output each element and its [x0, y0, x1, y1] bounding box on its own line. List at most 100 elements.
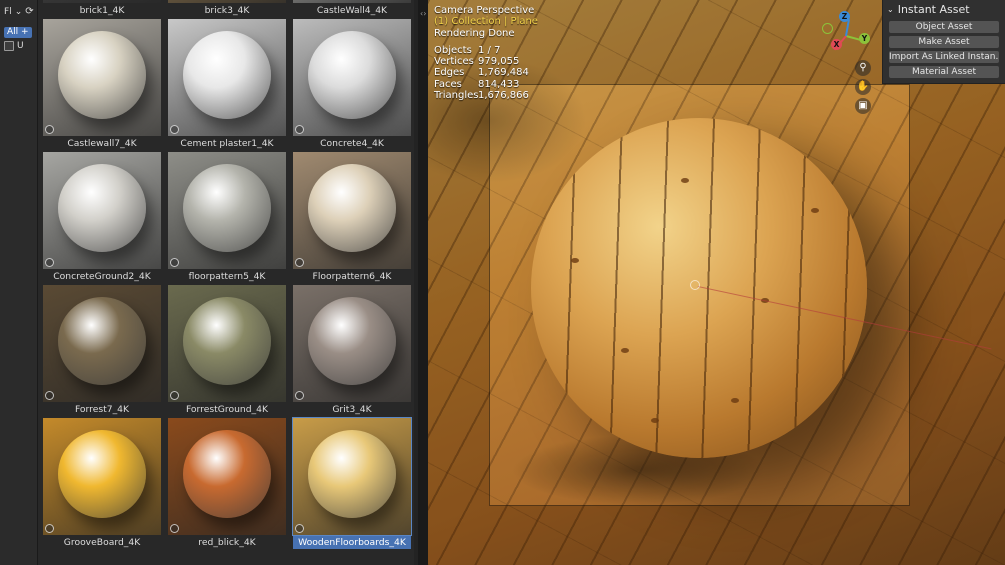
camera-view-icon[interactable]: ▣: [855, 98, 871, 114]
asset-name: red_blick_4K: [198, 537, 256, 548]
object-origin: [690, 280, 700, 290]
asset-thumbnail[interactable]: [43, 152, 161, 269]
asset-name: CastleWall4_4K: [316, 5, 388, 16]
scene-statistics: Objects 1 / 7 Vertices 979,055 Edges 1,769,48…: [434, 45, 529, 101]
asset-thumbnail[interactable]: [293, 285, 411, 402]
asset-tile[interactable]: brick1_4K: [43, 0, 161, 17]
gizmo-x-axis[interactable]: X: [831, 39, 842, 50]
instant-asset-panel: ⌄ Instant Asset Object Asset Make Asset …: [882, 0, 1005, 84]
asset-thumbnail[interactable]: [292, 417, 412, 536]
asset-tile[interactable]: floorpattern5_4K: [168, 152, 286, 283]
stat-label: Faces: [434, 78, 462, 90]
thumbnail-floor: [293, 0, 411, 3]
thumbnail-sphere: [183, 297, 271, 385]
area-divider[interactable]: [418, 0, 428, 565]
thumbnail-sphere: [58, 297, 146, 385]
asset-name: Concrete4_4K: [320, 138, 384, 149]
asset-thumbnail[interactable]: [293, 0, 411, 3]
asset-thumbnail[interactable]: [43, 19, 161, 136]
material-type-icon: [45, 125, 54, 134]
asset-grid: brick1_4K brick3_4K CastleWall4_4K Castlewa…: [43, 0, 412, 549]
asset-name: Forrest7_4K: [74, 404, 130, 415]
asset-name: brick3_4K: [204, 5, 250, 16]
asset-tile[interactable]: Castlewall7_4K: [43, 19, 161, 150]
asset-tile[interactable]: Concrete4_4K: [293, 19, 411, 150]
add-icon: +: [21, 27, 29, 37]
asset-thumbnail[interactable]: [43, 285, 161, 402]
asset-tile[interactable]: ConcreteGround2_4K: [43, 152, 161, 283]
asset-tile[interactable]: brick3_4K: [168, 0, 286, 17]
view-name: Camera Perspective: [434, 5, 535, 16]
zoom-icon[interactable]: ⚲: [855, 60, 871, 76]
material-type-icon: [170, 258, 179, 267]
3d-viewport[interactable]: Camera Perspective (1) Collection | Plan…: [428, 0, 1005, 565]
chevron-down-icon: ⌄: [14, 6, 23, 17]
asset-thumbnail[interactable]: [293, 152, 411, 269]
chevron-down-icon[interactable]: ⌄: [887, 5, 894, 14]
asset-tile[interactable]: WoodenFloorboards_4K: [292, 417, 412, 549]
stat-label: Triangles: [434, 89, 479, 101]
navigation-gizmo[interactable]: Z Y X: [821, 10, 871, 60]
stat-label: Objects: [434, 45, 472, 56]
material-type-icon: [45, 524, 54, 533]
asset-tile[interactable]: Floorpattern6_4K: [293, 152, 411, 283]
collection-line: (1) Collection | Plane: [434, 16, 538, 28]
gizmo-z-axis[interactable]: Z: [839, 11, 850, 22]
import-linked-instance-button[interactable]: Import As Linked Instan...: [889, 51, 999, 63]
make-asset-button[interactable]: Make Asset: [889, 36, 999, 48]
asset-thumbnail[interactable]: [168, 0, 286, 3]
stat-value: 1,676,866: [478, 89, 529, 101]
stat-label: Vertices: [434, 56, 474, 68]
asset-tile[interactable]: CastleWall4_4K: [293, 0, 411, 17]
material-type-icon: [45, 258, 54, 267]
asset-name: Grit3_4K: [332, 404, 372, 415]
asset-tile[interactable]: red_blick_4K: [168, 418, 286, 549]
thumbnail-sphere: [58, 430, 146, 518]
panel-header[interactable]: ⌄ Instant Asset: [883, 0, 1005, 18]
thumbnail-sphere: [183, 31, 271, 119]
asset-thumbnail[interactable]: [168, 418, 286, 535]
asset-tile[interactable]: ForrestGround_4K: [168, 285, 286, 416]
asset-name: Floorpattern6_4K: [312, 271, 392, 282]
thumbnail-sphere: [183, 164, 271, 252]
asset-name: Cement plaster1_4K: [180, 138, 274, 149]
thumbnail-sphere: [58, 164, 146, 252]
material-type-icon: [170, 524, 179, 533]
editor-type-selector[interactable]: Fl ⌄ ⟳: [4, 6, 34, 17]
asset-tile[interactable]: Cement plaster1_4K: [168, 19, 286, 150]
asset-thumbnail[interactable]: [43, 418, 161, 535]
asset-thumbnail[interactable]: [293, 19, 411, 136]
asset-tile[interactable]: Forrest7_4K: [43, 285, 161, 416]
material-type-icon: [170, 391, 179, 400]
filter-all-button[interactable]: All +: [4, 27, 32, 38]
hand-pan-icon[interactable]: ✋: [855, 79, 871, 95]
asset-name: ForrestGround_4K: [185, 404, 269, 415]
asset-tile[interactable]: GrooveBoard_4K: [43, 418, 161, 549]
asset-thumbnail[interactable]: [168, 285, 286, 402]
viewport-nav-buttons: ⚲ ✋ ▣: [855, 60, 871, 114]
stat-value: 814,433: [478, 78, 520, 90]
object-asset-button[interactable]: Object Asset: [889, 21, 999, 33]
asset-tile[interactable]: Grit3_4K: [293, 285, 411, 416]
expand-arrows-icon[interactable]: ‹›: [420, 9, 426, 18]
thumbnail-sphere: [58, 31, 146, 119]
import-checkbox[interactable]: [4, 41, 14, 51]
file-browser-toolstrip: Fl ⌄ ⟳ All + U: [0, 0, 38, 565]
filter-all-label: All: [7, 27, 19, 37]
thumbnail-sphere: [308, 164, 396, 252]
asset-thumbnail[interactable]: [168, 19, 286, 136]
asset-thumbnail[interactable]: [168, 152, 286, 269]
gizmo-y-axis[interactable]: Y: [859, 33, 870, 44]
asset-name: Castlewall7_4K: [67, 138, 137, 149]
viewport-info: Camera Perspective (1) Collection | Plan…: [434, 5, 538, 39]
material-asset-button[interactable]: Material Asset: [889, 66, 999, 78]
material-type-icon: [295, 125, 304, 134]
thumbnail-sphere: [308, 297, 396, 385]
asset-name: brick1_4K: [79, 5, 125, 16]
thumbnail-sphere: [308, 31, 396, 119]
asset-name: ConcreteGround2_4K: [53, 271, 151, 282]
gizmo-neg-y-axis[interactable]: [822, 23, 833, 34]
u-label: U: [17, 41, 24, 51]
refresh-icon[interactable]: ⟳: [25, 6, 33, 17]
asset-thumbnail[interactable]: [43, 0, 161, 3]
